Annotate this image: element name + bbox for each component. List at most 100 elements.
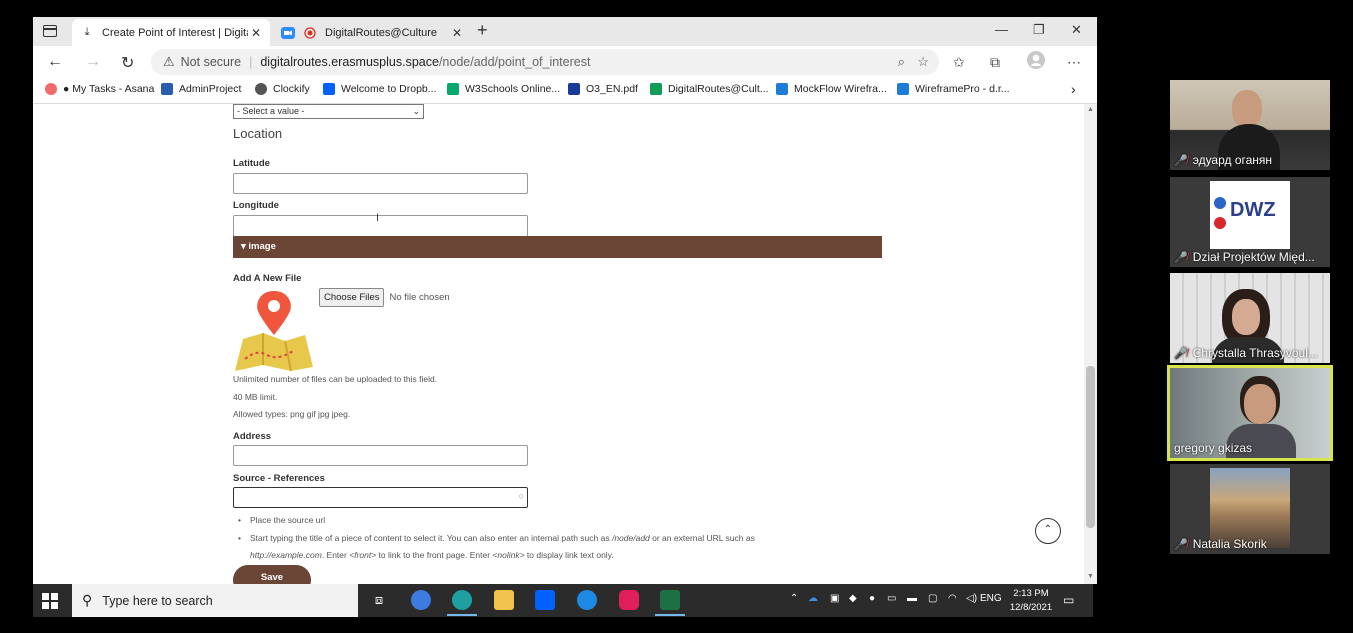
- volume-icon[interactable]: ◁): [966, 593, 977, 604]
- file-picker[interactable]: Choose Files No file chosen: [319, 288, 450, 307]
- tray-dropbox-icon[interactable]: ◆: [849, 593, 857, 604]
- refresh-icon[interactable]: ↻: [121, 53, 134, 73]
- participant-name: 🎤̸ Chrystalla Thrasyvoul...: [1174, 346, 1318, 360]
- slack-app-icon[interactable]: [619, 590, 639, 610]
- scroll-to-top-button[interactable]: ⌃: [1035, 518, 1061, 544]
- excel-app-icon[interactable]: [655, 590, 685, 616]
- participant-name-text: Chrystalla Thrasyvoul...: [1192, 346, 1318, 360]
- new-tab-icon[interactable]: +: [477, 20, 488, 41]
- display-icon[interactable]: ▢: [928, 593, 937, 604]
- dropbox-app-icon[interactable]: [535, 590, 555, 610]
- taskbar-clock[interactable]: 2:13 PM 12/8/2021: [1009, 587, 1053, 615]
- asana-icon: [45, 83, 57, 95]
- tab-digitalroutes[interactable]: DigitalRoutes@Culture ✕: [273, 19, 471, 46]
- zoom-search-icon[interactable]: ⌕: [898, 54, 905, 70]
- chevron-down-icon: ⌄: [412, 106, 420, 116]
- participant-tile[interactable]: 🎤̸ Chrystalla Thrasyvoul...: [1170, 273, 1330, 363]
- participant-tile[interactable]: 🎤̸ эдуард оганян: [1170, 80, 1330, 170]
- windows-start-icon[interactable]: [42, 593, 58, 609]
- page-scrollbar[interactable]: ▲ ▼: [1084, 104, 1097, 584]
- bookmark-mockflow[interactable]: MockFlow Wirefra...: [776, 83, 887, 95]
- bookmark-label: ● My Tasks - Asana: [63, 83, 155, 95]
- tray-chevron-up-icon[interactable]: ⌃: [790, 593, 798, 604]
- image-section-toggle[interactable]: ▾ image: [233, 236, 882, 258]
- meet-now-icon[interactable]: ▭: [887, 593, 896, 604]
- help-text: . Enter: [321, 550, 350, 560]
- browser-window: ⤓ Create Point of Interest | Digital à ✕…: [33, 17, 1097, 584]
- latitude-input[interactable]: [233, 173, 528, 194]
- edge-app-icon[interactable]: [447, 590, 477, 616]
- profile-avatar[interactable]: [1027, 51, 1045, 72]
- participant-name: 🎤̸ Natalia Skorik: [1174, 537, 1267, 551]
- latitude-label: Latitude: [233, 158, 270, 169]
- participant-name: 🎤̸ эдуард оганян: [1174, 153, 1272, 167]
- wifi-icon[interactable]: ◠: [948, 593, 957, 604]
- back-icon[interactable]: ←: [47, 53, 63, 71]
- bookmark-label: O3_EN.pdf: [586, 83, 638, 95]
- file-explorer-icon[interactable]: [494, 590, 514, 610]
- add-favorite-icon[interactable]: ☆: [917, 54, 929, 70]
- bookmark-digitalroutes[interactable]: DigitalRoutes@Cult...: [650, 83, 769, 95]
- bookmark-asana[interactable]: ● My Tasks - Asana: [45, 83, 154, 95]
- source-input[interactable]: ○: [233, 487, 528, 508]
- clock-date: 12/8/2021: [1009, 602, 1053, 613]
- notifications-icon[interactable]: ▭: [1063, 593, 1074, 607]
- bookmark-w3schools[interactable]: W3Schools Online...: [447, 83, 560, 95]
- bookmarks-bar: ● My Tasks - Asana AdminProject Clockify…: [33, 78, 1097, 104]
- participant-name-text: эдуард оганян: [1192, 153, 1273, 167]
- task-view-icon[interactable]: ⧈: [369, 590, 389, 610]
- more-options-icon[interactable]: ⋯: [1067, 54, 1081, 71]
- bookmark-label: MockFlow Wirefra...: [794, 83, 887, 95]
- bookmark-o3-pdf[interactable]: O3_EN.pdf: [568, 83, 638, 95]
- autocomplete-icon: ○: [518, 491, 524, 501]
- search-icon: ⚲: [82, 592, 93, 608]
- chrome-app-icon[interactable]: [411, 590, 431, 610]
- onedrive-icon[interactable]: ☁: [808, 593, 818, 604]
- taskbar-search-box[interactable]: ⚲ Type here to search: [72, 584, 358, 617]
- bookmark-label: AdminProject: [179, 83, 242, 95]
- close-tab-icon[interactable]: ✕: [449, 26, 465, 40]
- close-window-icon[interactable]: ✕: [1071, 22, 1082, 38]
- help-text: to display link text only.: [524, 550, 614, 560]
- save-button[interactable]: Save: [233, 565, 311, 584]
- add-file-label: Add A New File: [233, 273, 302, 284]
- scroll-up-icon[interactable]: ▲: [1087, 106, 1094, 113]
- participant-name-text: Natalia Skorik: [1192, 537, 1267, 551]
- microphone-icon[interactable]: ●: [869, 593, 875, 604]
- close-tab-icon[interactable]: ✕: [248, 26, 264, 40]
- participant-tile[interactable]: DWZ 🎤̸ Dział Projektów Międ...: [1170, 177, 1330, 267]
- signal-app-icon[interactable]: [577, 590, 597, 610]
- scroll-down-icon[interactable]: ▼: [1087, 573, 1094, 580]
- select-field[interactable]: - Select a value - ⌄: [233, 104, 424, 119]
- address-label: Address: [233, 431, 272, 442]
- tray-app-icon[interactable]: ▣: [830, 593, 839, 604]
- forward-icon[interactable]: →: [85, 53, 101, 71]
- choose-files-button[interactable]: Choose Files: [319, 288, 385, 307]
- battery-icon[interactable]: ▬: [907, 593, 917, 604]
- mockflow-icon: [776, 83, 788, 95]
- favorites-icon[interactable]: ✩: [953, 54, 965, 71]
- tab-bar: ⤓ Create Point of Interest | Digital à ✕…: [33, 17, 1097, 46]
- bookmark-clockify[interactable]: Clockify: [255, 83, 310, 95]
- participant-tile[interactable]: 🎤̸ Natalia Skorik: [1170, 464, 1330, 554]
- tab-actions-icon[interactable]: [43, 25, 57, 37]
- longitude-label: Longitude: [233, 200, 279, 211]
- security-label[interactable]: Not secure: [181, 55, 241, 69]
- collections-icon[interactable]: ⧉: [990, 54, 1000, 71]
- scrollbar-thumb[interactable]: [1086, 366, 1095, 528]
- help-item: Start typing the title of a piece of con…: [233, 530, 873, 565]
- minimize-icon[interactable]: —: [995, 22, 1008, 37]
- language-indicator[interactable]: ENG: [980, 593, 1002, 604]
- map-pin-image: [233, 289, 315, 372]
- longitude-input[interactable]: [233, 215, 528, 237]
- bookmark-adminproject[interactable]: AdminProject: [161, 83, 241, 95]
- restore-icon[interactable]: ❐: [1033, 22, 1045, 38]
- url-field[interactable]: ⚠ Not secure | digitalroutes.erasmusplus…: [151, 49, 939, 75]
- tab-create-poi[interactable]: ⤓ Create Point of Interest | Digital à ✕: [72, 19, 270, 46]
- bookmark-dropbox[interactable]: Welcome to Dropb...: [323, 83, 437, 95]
- participant-tile-active-speaker[interactable]: gregory gkizas: [1167, 365, 1333, 461]
- address-input[interactable]: [233, 445, 528, 466]
- more-bookmarks-icon[interactable]: ›: [1071, 81, 1076, 97]
- page-content: - Select a value - ⌄ Location Latitude Lo…: [33, 104, 1084, 584]
- bookmark-wireframepro[interactable]: WireframePro - d.r...: [897, 83, 1010, 95]
